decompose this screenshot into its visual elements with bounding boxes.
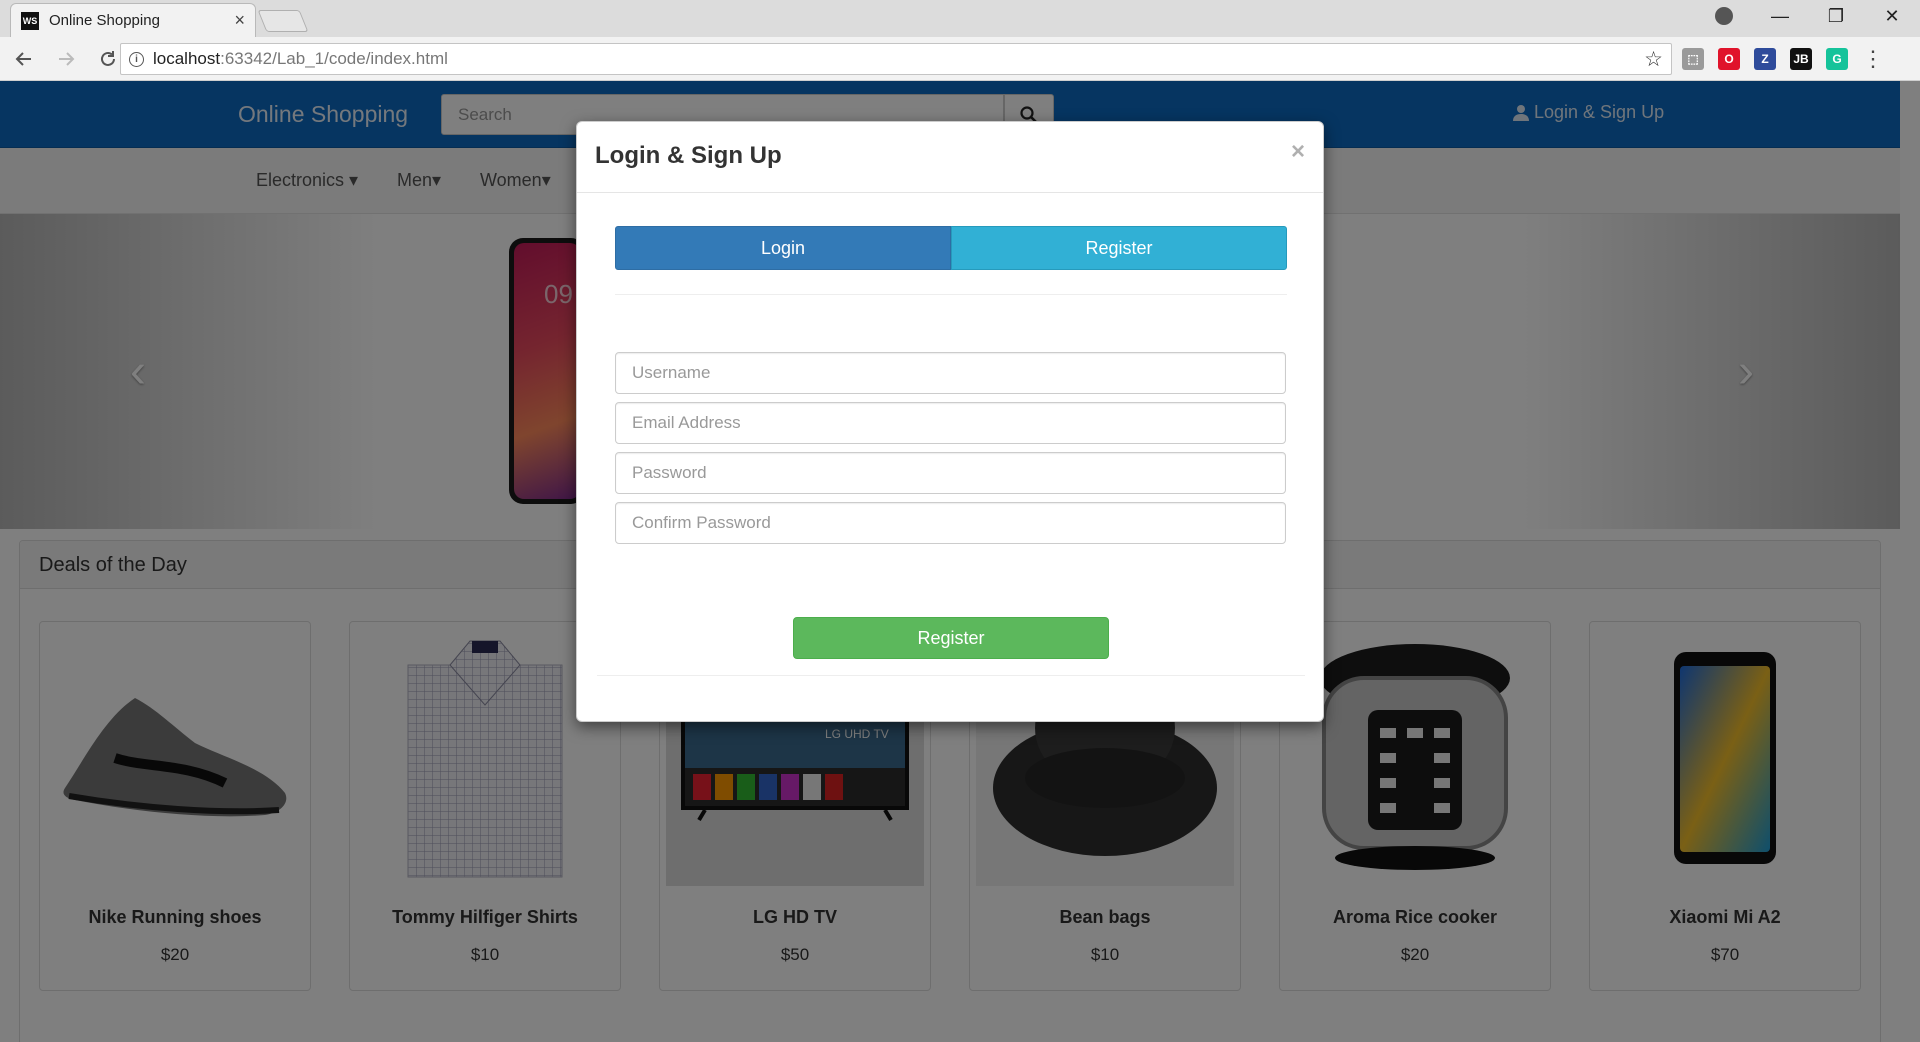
close-window-button[interactable]: ✕ [1864, 0, 1920, 32]
window-controls: — ❐ ✕ [1696, 0, 1920, 32]
tab-login[interactable]: Login [615, 226, 951, 270]
site-info-icon[interactable]: i [129, 51, 144, 67]
url-host: localhost [153, 49, 221, 68]
browser-toolbar: i localhost :63342/Lab_1/code/index.html… [0, 37, 1920, 81]
minimize-button[interactable]: — [1752, 0, 1808, 32]
zotero-icon[interactable]: Z [1754, 48, 1776, 70]
username-field[interactable] [615, 352, 1286, 394]
webstorm-favicon-icon: WS [21, 11, 39, 30]
reload-icon [101, 50, 115, 66]
browser-menu-icon[interactable]: ⋮ [1862, 46, 1884, 72]
restore-button[interactable]: ❐ [1808, 0, 1864, 32]
tab-register[interactable]: Register [951, 226, 1287, 270]
new-tab-button[interactable] [257, 10, 309, 32]
bookmark-star-icon[interactable]: ☆ [1644, 47, 1663, 72]
back-arrow-icon [15, 51, 31, 66]
modal-title: Login & Sign Up [595, 142, 782, 169]
address-bar[interactable]: i localhost :63342/Lab_1/code/index.html… [120, 43, 1672, 75]
divider [615, 294, 1287, 295]
forward-arrow-icon [59, 51, 75, 66]
acrobat-icon[interactable]: ⬚ [1682, 48, 1704, 70]
divider [597, 675, 1305, 676]
login-signup-modal: Login & Sign Up × Login Register Registe… [576, 121, 1324, 722]
jetbrains-icon[interactable]: JB [1790, 48, 1812, 70]
close-icon[interactable]: × [1291, 138, 1305, 166]
register-submit-button[interactable]: Register [793, 617, 1109, 659]
page-viewport: Online Shopping Search Login & Sign Up E… [0, 81, 1920, 1042]
password-field[interactable] [615, 452, 1286, 494]
back-button[interactable] [6, 41, 42, 77]
email-field[interactable] [615, 402, 1286, 444]
tab-close-icon[interactable]: × [234, 10, 245, 31]
confirm-password-field[interactable] [615, 502, 1286, 544]
tab-title: Online Shopping [49, 12, 160, 29]
browser-tabstrip: WS Online Shopping × — ❐ ✕ [0, 0, 1920, 37]
modal-header: Login & Sign Up × [577, 122, 1323, 193]
auth-tab-group: Login Register [615, 226, 1287, 270]
extension-bar: ⬚ O Z JB G ⋮ [1682, 46, 1884, 72]
profile-button[interactable] [1696, 0, 1752, 32]
profile-icon [1715, 7, 1733, 25]
url-path: :63342/Lab_1/code/index.html [220, 49, 448, 68]
browser-tab[interactable]: WS Online Shopping × [10, 3, 256, 37]
grammarly-icon[interactable]: G [1826, 48, 1848, 70]
opera-icon[interactable]: O [1718, 48, 1740, 70]
forward-button[interactable] [48, 41, 84, 77]
